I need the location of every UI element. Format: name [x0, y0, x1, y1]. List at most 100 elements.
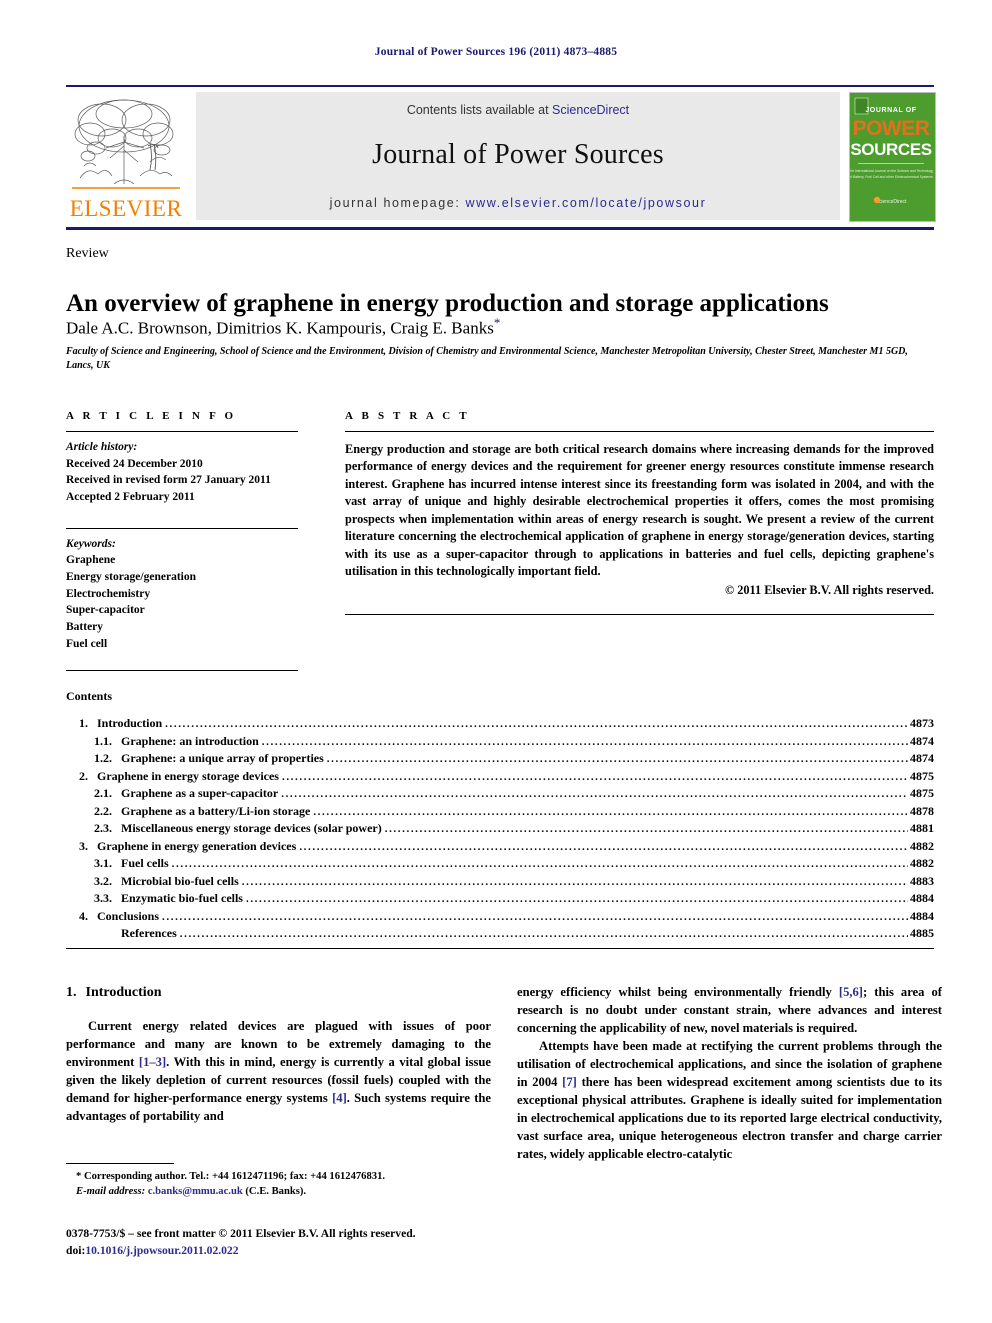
toc-entry-label: Conclusions — [97, 908, 160, 923]
svg-text:JOURNAL OF: JOURNAL OF — [865, 107, 916, 114]
issn-line: 0378-7753/$ – see front matter © 2011 El… — [66, 1227, 416, 1240]
toc-entry-label: Graphene as a super-capacitor — [121, 786, 279, 800]
toc-entry-page: 4882 — [910, 838, 934, 853]
footnote-block: * Corresponding author. Tel.: +44 161247… — [66, 1169, 491, 1199]
article-type: Review — [66, 246, 109, 261]
toc-entry-label: Microbial bio-fuel cells — [121, 873, 239, 888]
contents-heading: Contents — [66, 689, 113, 703]
svg-text:SOURCES: SOURCES — [850, 140, 931, 159]
toc-entry[interactable]: 1. Introduction..........................… — [66, 716, 934, 734]
corresponding-author-marker: * — [493, 315, 501, 330]
paragraph: energy efficiency whilst being environme… — [517, 983, 942, 1037]
section-title: Introduction — [85, 985, 162, 1000]
article-history: Article history: Received 24 December 20… — [66, 439, 298, 506]
toc-entry[interactable]: 2. Graphene in energy storage devices....… — [66, 769, 934, 787]
toc-leader-dots: ........................................… — [241, 875, 908, 888]
toc-entry-page: 4885 — [910, 926, 934, 940]
email-note: E-mail address: c.banks@mmu.ac.uk (C.E. … — [66, 1184, 491, 1199]
toc-entry-page: 4875 — [910, 786, 934, 800]
journal-cover-thumbnail[interactable]: JOURNAL OF POWER SOURCES The Internation… — [849, 92, 936, 222]
toc-entry-label: Miscellaneous energy storage devices (so… — [121, 821, 382, 835]
keyword-item: Energy storage/generation — [66, 571, 196, 584]
doi-link[interactable]: 10.1016/j.jpowsour.2011.02.022 — [85, 1244, 238, 1257]
toc-entry[interactable]: 3. Graphene in energy generation devices.… — [66, 839, 934, 857]
toc-entry[interactable]: 4. Conclusions...........................… — [66, 909, 934, 927]
toc-entry-number: 1.1. — [94, 733, 112, 748]
toc-entry[interactable]: 3.2. Microbial bio-fuel cells............… — [66, 874, 934, 892]
citation-link[interactable]: [7] — [562, 1075, 577, 1089]
toc-entry-page: 4884 — [910, 891, 934, 905]
elsevier-wordmark: ELSEVIER — [69, 196, 183, 221]
keywords-label: Keywords: — [66, 537, 116, 550]
citation-link[interactable]: [5,6] — [839, 985, 863, 999]
article-info-bottom-rule — [66, 670, 298, 672]
abstract-bottom-rule — [345, 613, 934, 615]
footnote-rule — [66, 1163, 174, 1164]
toc-leader-dots: ........................................… — [313, 805, 908, 818]
toc-leader-dots: ........................................… — [281, 788, 908, 800]
toc-entry-page: 4884 — [910, 908, 934, 923]
toc-entry-page: 4881 — [910, 821, 934, 835]
paragraph-text: there has been widespread excitement amo… — [517, 1075, 942, 1161]
toc-entry[interactable]: 2.2. Graphene as a battery/Li-ion storage… — [66, 804, 934, 822]
article-info-panel: A R T I C L E I N F O Article history: R… — [66, 410, 298, 672]
toc-entry-label: Graphene: a unique array of properties — [121, 751, 324, 765]
toc-leader-dots: ........................................… — [245, 893, 908, 905]
toc-entry[interactable]: 3.1. Fuel cells..........................… — [66, 856, 934, 874]
toc-leader-dots: ........................................… — [326, 753, 908, 765]
paragraph: Current energy related devices are plagu… — [66, 1017, 491, 1125]
toc-entry-number: 3.1. — [94, 856, 112, 870]
email-link[interactable]: c.banks@mmu.ac.uk — [148, 1186, 243, 1197]
toc-entry[interactable]: 2.1. Graphene as a super-capacitor.......… — [66, 786, 934, 804]
article-page: Journal of Power Sources 196 (2011) 4873… — [0, 0, 992, 1323]
corresponding-author-note: * Corresponding author. Tel.: +44 161247… — [76, 1171, 386, 1182]
toc-entry-number: 2.3. — [94, 821, 112, 835]
email-label: E-mail address: — [76, 1186, 146, 1198]
toc-entry-label: Graphene as a battery/Li-ion storage — [121, 803, 311, 818]
toc-leader-dots: ........................................… — [384, 823, 908, 835]
toc-entry-page: 4873 — [910, 716, 934, 730]
abstract-copyright: © 2011 Elsevier B.V. All rights reserved… — [724, 582, 934, 597]
toc-entry-number: 2. — [79, 768, 88, 783]
abstract-heading: A B S T R A C T — [345, 410, 470, 422]
keywords-rule — [66, 527, 298, 529]
masthead-top-rule — [66, 85, 934, 87]
toc-entry[interactable]: 1.2. Graphene: a unique array of properti… — [66, 751, 934, 769]
toc-entry-page: 4874 — [910, 733, 934, 748]
history-received: Received 24 December 2010 — [66, 457, 203, 470]
toc-entry[interactable]: 2.3. Miscellaneous energy storage devices… — [66, 821, 934, 839]
toc-leader-dots: ........................................… — [171, 858, 908, 870]
author-list: Dale A.C. Brownson, Dimitrios K. Kampour… — [66, 315, 934, 339]
toc-entry-label: Graphene: an introduction — [121, 733, 259, 748]
page-title: An overview of graphene in energy produc… — [66, 289, 829, 317]
toc-entry-label: Graphene in energy generation devices — [97, 838, 297, 853]
imprint-block: 0378-7753/$ – see front matter © 2011 El… — [66, 1226, 526, 1260]
keyword-item: Super-capacitor — [66, 604, 145, 617]
toc-entry-number: 4. — [79, 908, 88, 923]
toc-entry[interactable]: 1.1. Graphene: an introduction...........… — [66, 734, 934, 752]
toc-leader-dots: ........................................… — [281, 770, 908, 783]
svg-text:The International Journal on t: The International Journal on the Science… — [850, 169, 933, 173]
citation-link[interactable]: [4] — [332, 1091, 347, 1105]
svg-text:of Battery, Fuel Cell and othe: of Battery, Fuel Cell and other Electroc… — [850, 175, 933, 179]
toc-entry[interactable]: 3.3. Enzymatic bio-fuel cells............… — [66, 891, 934, 909]
elsevier-logo[interactable]: ELSEVIER — [66, 92, 186, 220]
running-head: Journal of Power Sources 196 (2011) 4873… — [374, 46, 618, 58]
sciencedirect-link[interactable]: ScienceDirect — [552, 103, 629, 117]
homepage-prefix: journal homepage: — [329, 196, 466, 210]
toc-entry-number: 3. — [79, 838, 88, 853]
table-of-contents: 1. Introduction..........................… — [66, 716, 934, 944]
elsevier-tree-icon — [72, 99, 180, 189]
toc-entry-page: 4874 — [910, 751, 934, 765]
journal-title: Journal of Power Sources — [372, 139, 664, 170]
section-number: 1. — [66, 985, 77, 1000]
citation-link[interactable]: [1–3] — [139, 1055, 166, 1069]
homepage-url-link[interactable]: www.elsevier.com/locate/jpowsour — [465, 196, 706, 210]
body-column-right: energy efficiency whilst being environme… — [517, 983, 942, 1163]
keyword-item: Fuel cell — [66, 637, 108, 650]
contents-bottom-rule — [66, 948, 934, 949]
toc-entry[interactable]: References..............................… — [66, 926, 934, 944]
toc-leader-dots: ........................................… — [179, 928, 908, 940]
keyword-item: Graphene — [66, 554, 116, 567]
journal-cover-art: JOURNAL OF POWER SOURCES The Internation… — [850, 93, 934, 219]
